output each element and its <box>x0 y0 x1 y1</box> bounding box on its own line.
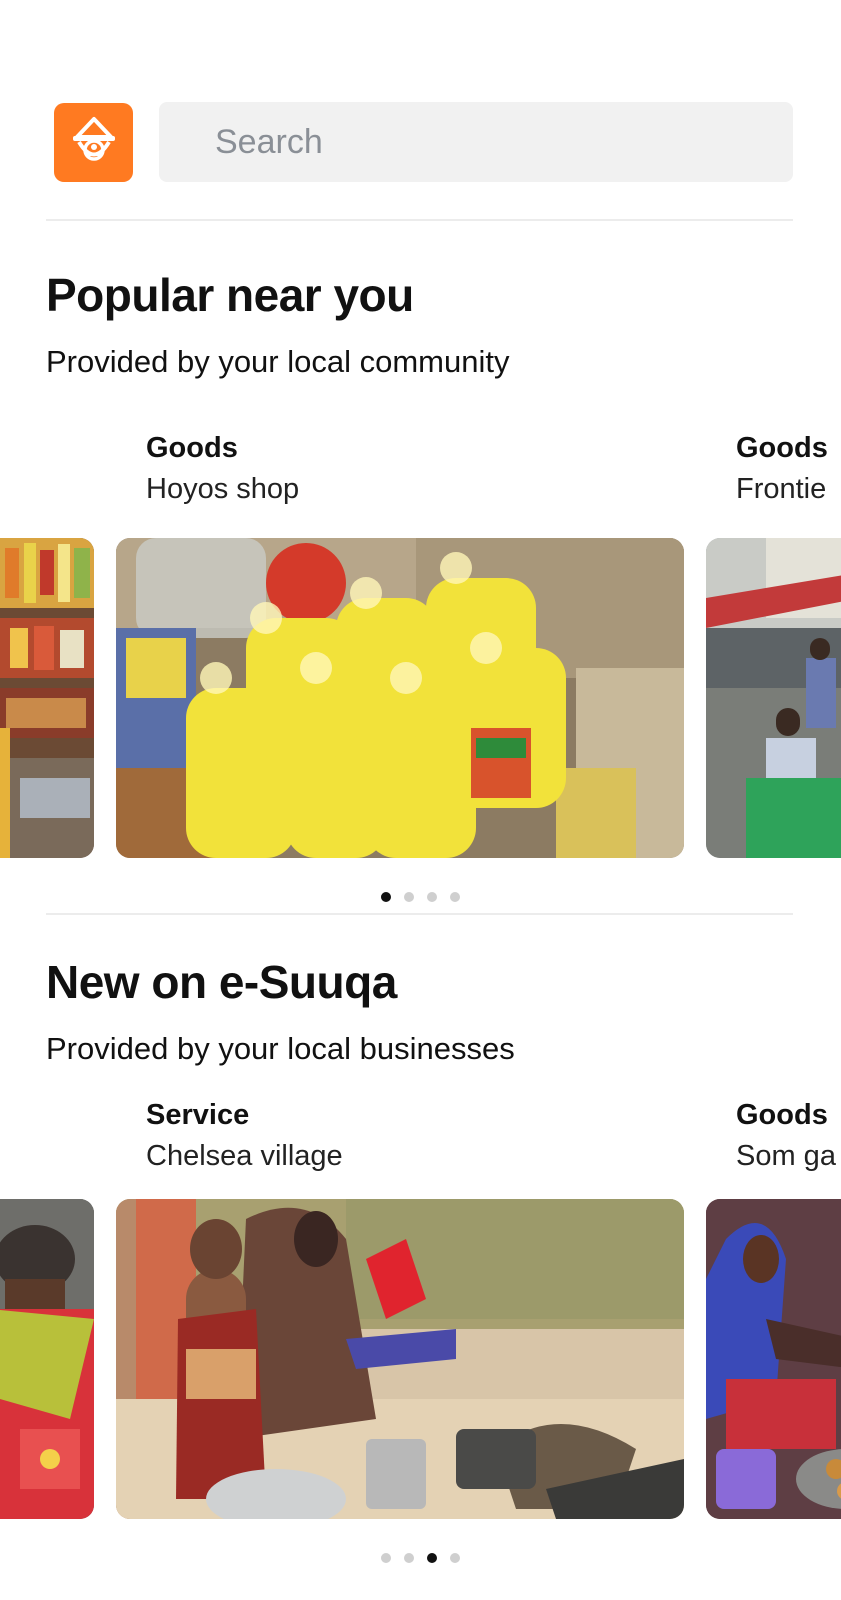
card-image[interactable] <box>116 1199 684 1519</box>
popular-carousel[interactable]: Goods Hoyos shop Goods Frontie <box>0 430 841 860</box>
card-image-prev[interactable] <box>0 1199 94 1519</box>
pagination-dot[interactable] <box>404 1553 414 1563</box>
card-category: Goods <box>736 432 828 464</box>
card-category: Goods <box>736 1099 828 1131</box>
woman-selling-food-photo <box>706 1199 841 1519</box>
card-name[interactable]: Chelsea village <box>146 1140 343 1173</box>
yellow-oil-jerrycans-photo <box>116 538 684 858</box>
card-name[interactable]: Hoyos shop <box>146 473 299 506</box>
section-title-new: New on e-Suuqa <box>46 956 397 1008</box>
pagination-dot[interactable] <box>381 892 391 902</box>
street-market-photo <box>706 538 841 858</box>
section-title-popular: Popular near you <box>46 269 414 321</box>
search-bar[interactable] <box>159 102 793 182</box>
pagination-dot[interactable] <box>427 892 437 902</box>
section-subtitle-popular: Provided by your local community <box>46 344 510 379</box>
header-divider <box>46 219 793 221</box>
new-pagination <box>0 1553 841 1563</box>
pagination-dot[interactable] <box>450 892 460 902</box>
card-label: Goods Som ga <box>736 1099 836 1173</box>
new-carousel[interactable]: Service Chelsea village Goods Som ga <box>0 1097 841 1527</box>
card-label: Goods Hoyos shop <box>146 432 299 506</box>
card-name[interactable]: Frontie <box>736 473 828 506</box>
card-category: Service <box>146 1099 250 1131</box>
card-label: Service Chelsea village <box>146 1099 343 1173</box>
card-label: Goods Frontie <box>736 432 828 506</box>
pagination-dot[interactable] <box>450 1553 460 1563</box>
top-bar <box>54 102 793 182</box>
card-category: Goods <box>146 432 238 464</box>
search-input[interactable] <box>215 122 793 162</box>
card-image[interactable] <box>706 1199 841 1519</box>
popular-pagination <box>0 892 841 902</box>
basket-person-icon <box>72 117 115 161</box>
section-divider <box>46 913 793 915</box>
section-subtitle-new: Provided by your local businesses <box>46 1031 515 1066</box>
pagination-dot[interactable] <box>404 892 414 902</box>
woman-cooking-child-photo <box>116 1199 684 1519</box>
pagination-dot[interactable] <box>381 1553 391 1563</box>
card-image[interactable] <box>116 538 684 858</box>
women-seated-market-photo <box>0 1199 94 1519</box>
card-name[interactable]: Som ga <box>736 1140 836 1173</box>
card-image[interactable] <box>706 538 841 858</box>
pagination-dot[interactable] <box>427 1553 437 1563</box>
card-image-prev[interactable] <box>0 538 94 858</box>
app-logo[interactable] <box>54 102 133 182</box>
market-stall-snacks-photo <box>0 538 94 858</box>
